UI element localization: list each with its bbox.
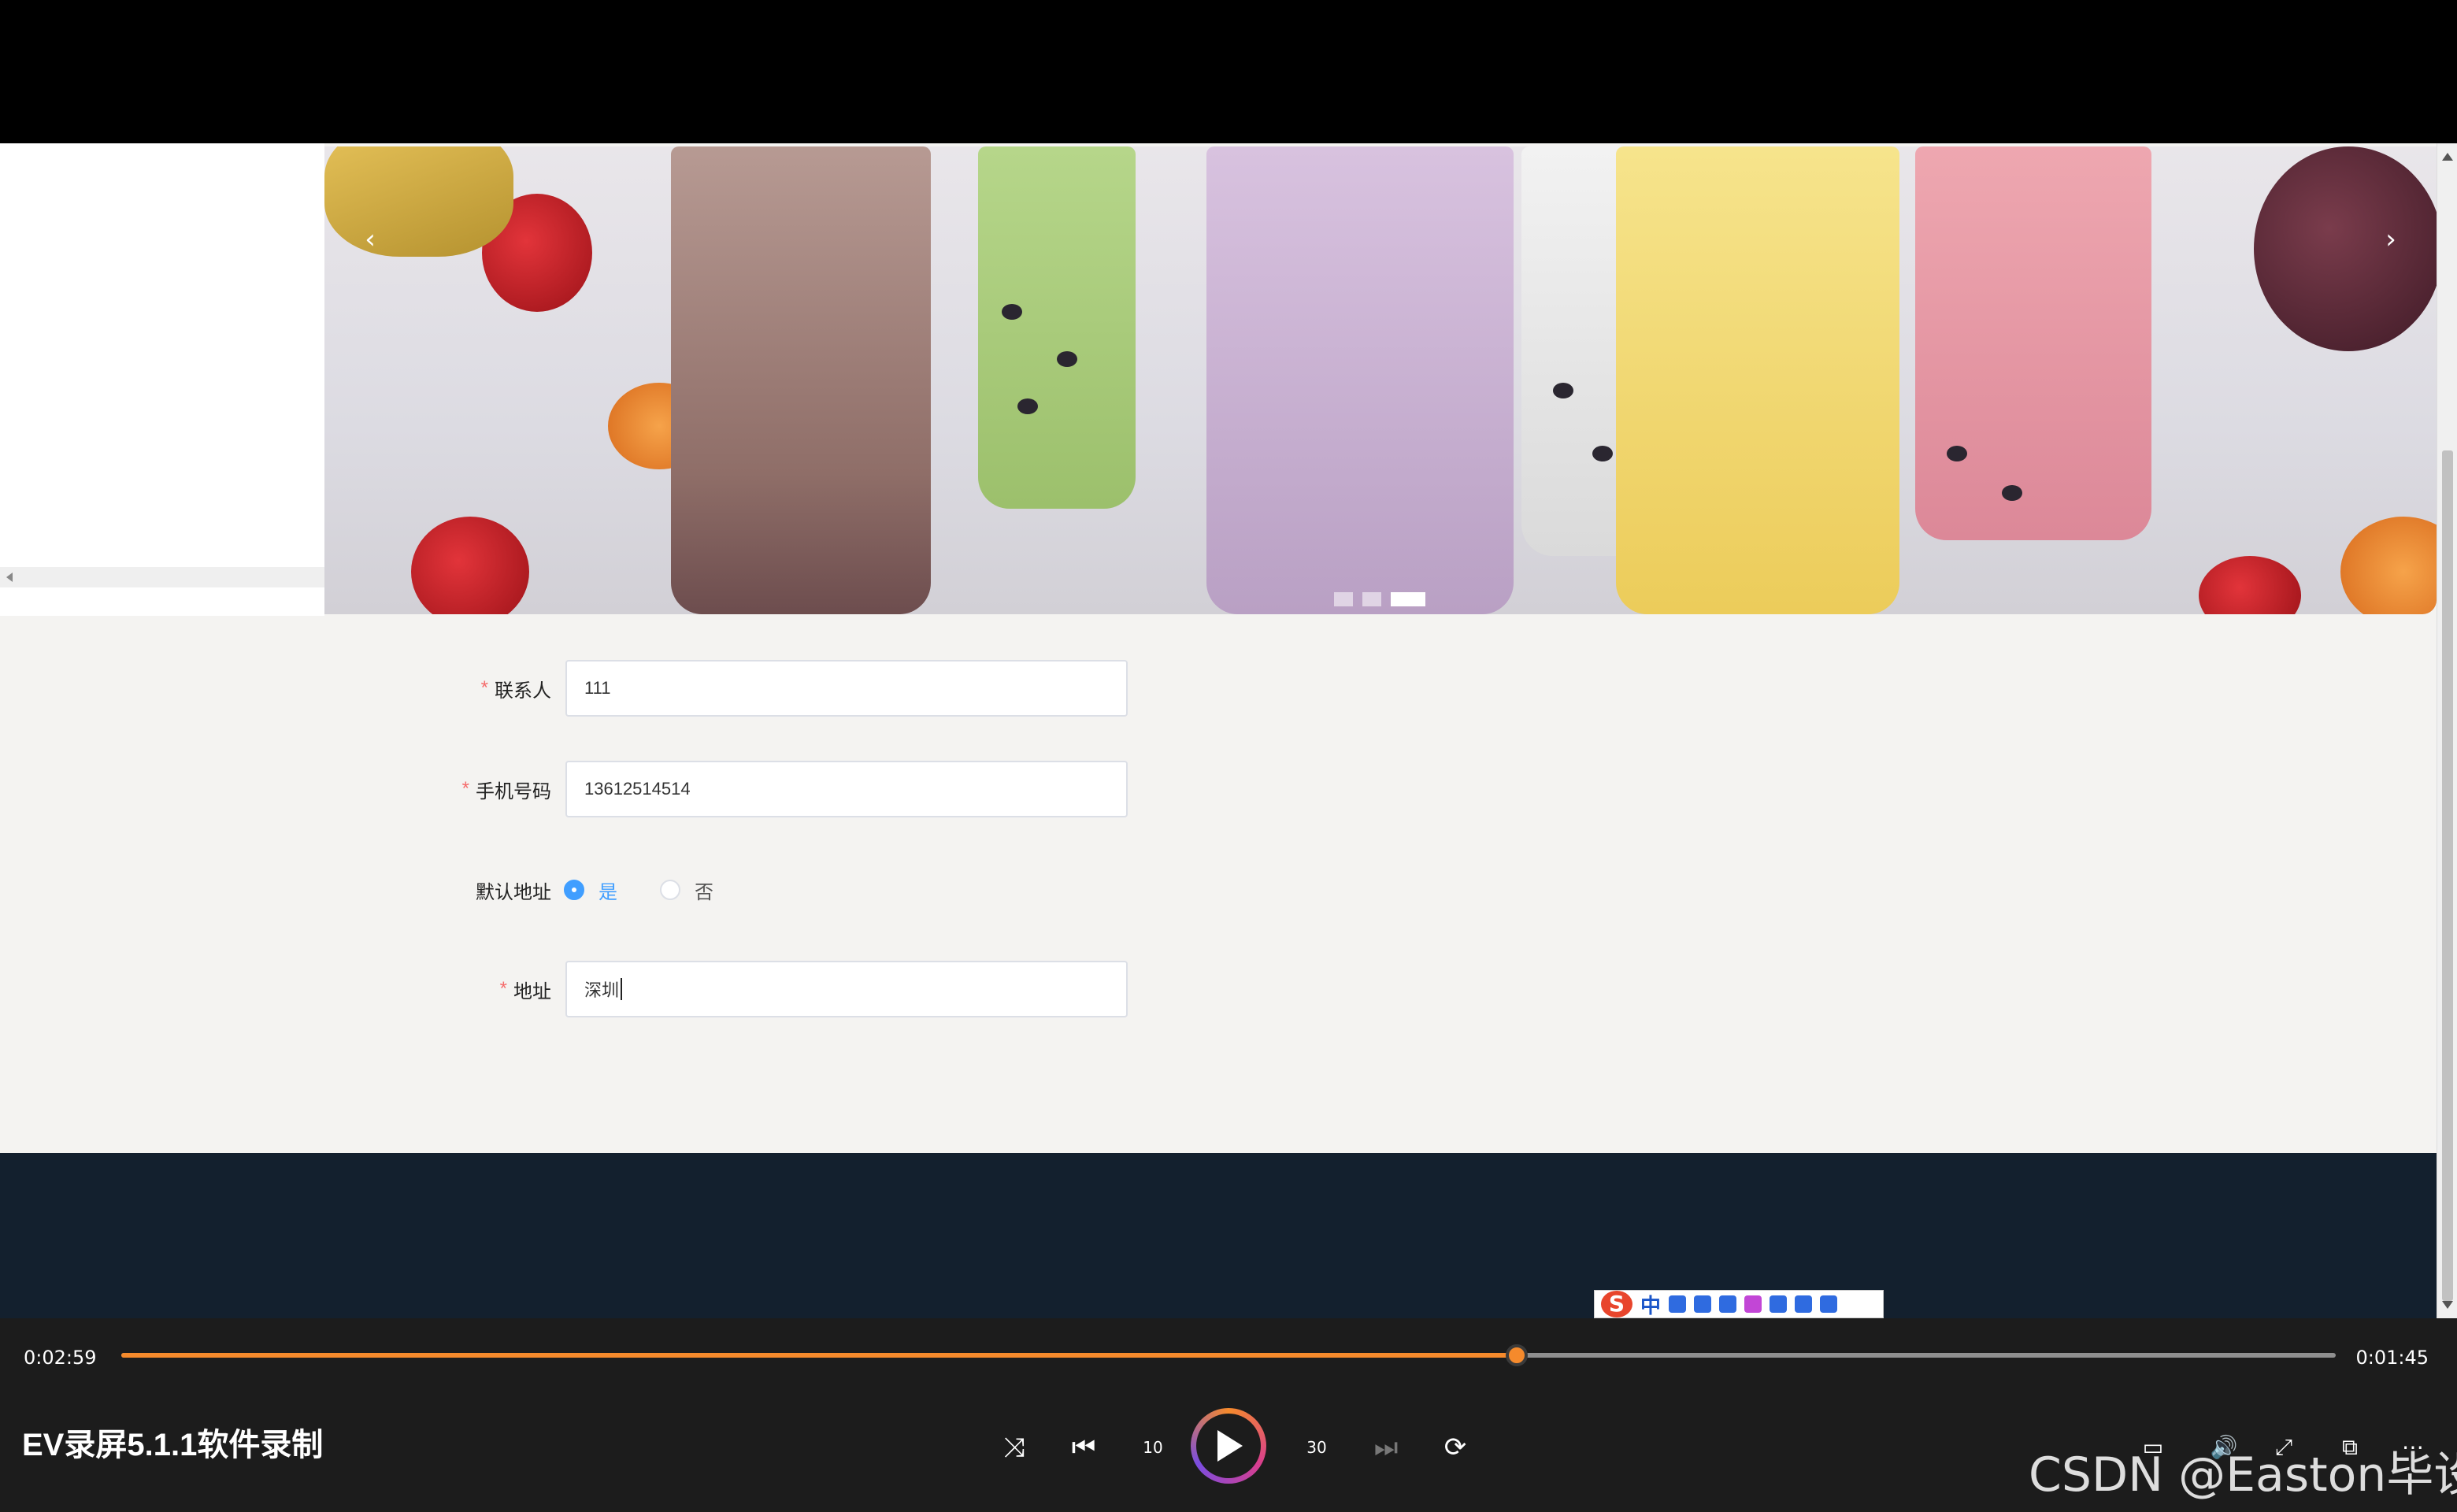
next-icon[interactable]: ⏭ bbox=[1367, 1429, 1405, 1466]
default-address-label: 默认地址 bbox=[315, 862, 551, 918]
tapioca-bead bbox=[1002, 304, 1022, 320]
pink-bubble-tea-glass bbox=[1915, 146, 2151, 540]
microphone-icon[interactable] bbox=[1694, 1295, 1712, 1313]
tapioca-bead bbox=[1017, 398, 1038, 414]
page-footer bbox=[0, 1153, 2437, 1318]
shuffle-icon[interactable]: ⤨ bbox=[995, 1429, 1033, 1466]
browser-page: ‹ › * 联系人 111 * 手机号码 13612514514 默认地址 是 … bbox=[0, 143, 2437, 1318]
carousel-indicator[interactable] bbox=[1362, 592, 1381, 606]
purple-milk-tea-glass bbox=[1206, 146, 1514, 614]
banner-carousel[interactable]: ‹ › bbox=[324, 146, 2437, 614]
tapioca-bead bbox=[1057, 351, 1077, 367]
contact-input[interactable]: 111 bbox=[565, 660, 1128, 717]
progress-fill bbox=[121, 1353, 1517, 1358]
radio-no-label: 否 bbox=[695, 881, 713, 903]
forward-label: 30 bbox=[1306, 1438, 1327, 1457]
carousel-indicator-active[interactable] bbox=[1391, 592, 1425, 606]
required-mark: * bbox=[499, 978, 507, 999]
phone-label: * 手机号码 bbox=[315, 761, 551, 817]
left-panel bbox=[0, 143, 324, 616]
default-address-no-radio[interactable]: 否 bbox=[660, 862, 713, 918]
player-title: EV录屏5.1.1软件录制 bbox=[22, 1428, 324, 1462]
radio-yes-label: 是 bbox=[598, 881, 617, 903]
tapioca-bead bbox=[1592, 446, 1613, 461]
carousel-indicator[interactable] bbox=[1334, 592, 1353, 606]
scroll-up-arrow-icon[interactable] bbox=[2442, 153, 2453, 161]
remaining-time: 0:01:45 bbox=[2355, 1347, 2429, 1369]
address-label: * 地址 bbox=[315, 961, 551, 1017]
rewind-label: 10 bbox=[1143, 1438, 1163, 1457]
video-player-bar: 0:02:59 0:01:45 EV录屏5.1.1软件录制 ⤨ ⏮ 10 30 … bbox=[0, 1318, 2457, 1512]
address-input[interactable]: 深圳 bbox=[565, 961, 1128, 1017]
skin-icon[interactable] bbox=[1744, 1295, 1762, 1313]
ime-mode-toggle[interactable]: 中 bbox=[1640, 1290, 1661, 1319]
address-label-text: 地址 bbox=[513, 980, 551, 1002]
orange-image bbox=[2340, 517, 2437, 614]
emoji-icon[interactable] bbox=[1770, 1295, 1788, 1313]
csdn-watermark: CSDN @Easton毕设 bbox=[2029, 1447, 2457, 1503]
forward-30-icon[interactable]: 30 bbox=[1298, 1429, 1336, 1466]
default-address-label-text: 默认地址 bbox=[476, 881, 551, 903]
text-caret bbox=[621, 978, 623, 1000]
carousel-next-button[interactable]: › bbox=[2369, 217, 2413, 261]
brown-milk-tea-glass bbox=[671, 146, 931, 614]
radio-checked-icon bbox=[564, 880, 584, 900]
play-icon bbox=[1217, 1430, 1243, 1462]
repeat-icon[interactable]: ⟳ bbox=[1436, 1429, 1474, 1466]
keyboard-icon[interactable] bbox=[1719, 1295, 1737, 1313]
address-input-value: 深圳 bbox=[584, 980, 620, 1000]
contact-input-value: 111 bbox=[584, 678, 611, 698]
required-mark: * bbox=[480, 677, 488, 699]
strawberry-image bbox=[2199, 556, 2301, 614]
progress-knob[interactable] bbox=[1505, 1344, 1528, 1366]
tapioca-bead bbox=[2002, 485, 2022, 501]
horizontal-scrollbar[interactable] bbox=[0, 567, 324, 587]
phone-input[interactable]: 13612514514 bbox=[565, 761, 1128, 817]
default-address-yes-radio[interactable]: 是 bbox=[564, 862, 617, 918]
grid-icon[interactable] bbox=[1795, 1295, 1813, 1313]
sogou-logo-icon[interactable]: S bbox=[1601, 1291, 1632, 1317]
play-button[interactable] bbox=[1191, 1408, 1266, 1484]
address-form: * 联系人 111 * 手机号码 13612514514 默认地址 是 否 * bbox=[0, 616, 2437, 1257]
page-vertical-scrollbar[interactable] bbox=[2437, 143, 2457, 1318]
scroll-down-arrow-icon[interactable] bbox=[2442, 1301, 2453, 1309]
top-black-band bbox=[0, 0, 2457, 143]
yellow-juice-glass bbox=[1616, 146, 1899, 614]
elapsed-time: 0:02:59 bbox=[24, 1347, 97, 1369]
scrollbar-thumb[interactable] bbox=[2442, 450, 2453, 1301]
previous-icon[interactable]: ⏮ bbox=[1065, 1429, 1102, 1466]
progress-track[interactable] bbox=[121, 1344, 2336, 1366]
ime-toolbar[interactable]: S 中 bbox=[1594, 1290, 1884, 1318]
radio-unchecked-icon bbox=[660, 880, 680, 900]
required-mark: * bbox=[461, 778, 469, 799]
tapioca-bead bbox=[1553, 383, 1573, 398]
contact-label-text: 联系人 bbox=[495, 680, 551, 702]
phone-input-value: 13612514514 bbox=[584, 779, 691, 799]
settings-icon[interactable] bbox=[1820, 1295, 1838, 1313]
carousel-indicators bbox=[1334, 592, 1425, 606]
scroll-left-arrow-icon[interactable] bbox=[6, 573, 13, 582]
tapioca-bead bbox=[1947, 446, 1967, 461]
punctuation-icon[interactable] bbox=[1669, 1295, 1687, 1313]
carousel-prev-button[interactable]: ‹ bbox=[348, 217, 392, 261]
rewind-10-icon[interactable]: 10 bbox=[1134, 1429, 1172, 1466]
strawberry-image bbox=[411, 517, 529, 614]
contact-label: * 联系人 bbox=[315, 660, 551, 717]
phone-label-text: 手机号码 bbox=[476, 780, 551, 802]
green-bubble-tea-glass bbox=[978, 146, 1136, 509]
